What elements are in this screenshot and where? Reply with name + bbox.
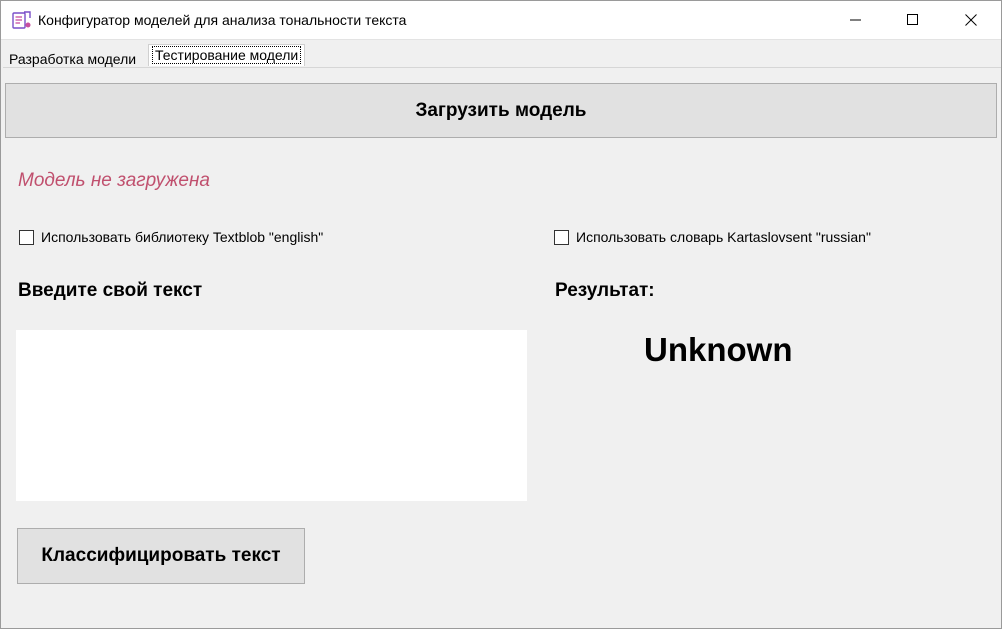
result-heading: Результат: — [555, 280, 655, 301]
textblob-checkbox[interactable] — [19, 229, 34, 245]
textblob-checkbox-row[interactable]: Использовать библиотеку Textblob "englis… — [19, 229, 323, 245]
maximize-button[interactable] — [884, 1, 942, 39]
model-status-label: Модель не загружена — [18, 170, 210, 191]
close-button[interactable] — [942, 1, 1000, 39]
tab-strip: Разработка модели Тестирование модели — [1, 39, 1001, 69]
kartaslovsent-checkbox[interactable] — [554, 229, 569, 245]
title-bar: Конфигуратор моделей для анализа тональн… — [1, 1, 1001, 39]
classify-text-button[interactable]: Классифицировать текст — [17, 528, 305, 584]
text-input[interactable] — [16, 330, 527, 501]
textblob-checkbox-label: Использовать библиотеку Textblob "englis… — [41, 229, 324, 245]
kartaslovsent-checkbox-label: Использовать словарь Kartaslovsent "russ… — [576, 229, 871, 245]
kartaslovsent-checkbox-row[interactable]: Использовать словарь Kartaslovsent "russ… — [554, 229, 871, 245]
result-value: Unknown — [644, 331, 793, 368]
window-title: Конфигуратор моделей для анализа тональн… — [38, 12, 407, 28]
minimize-icon — [850, 19, 861, 21]
load-model-button[interactable]: Загрузить модель — [5, 83, 997, 138]
tab-model-testing[interactable]: Тестирование модели — [148, 44, 306, 66]
tab-model-development[interactable]: Разработка модели — [6, 49, 139, 69]
tab-model-testing-label: Тестирование модели — [152, 46, 302, 64]
tab-divider — [3, 67, 1001, 68]
close-icon — [965, 14, 977, 26]
minimize-button[interactable] — [827, 1, 885, 39]
app-window: Конфигуратор моделей для анализа тональн… — [0, 0, 1002, 629]
maximize-icon — [907, 14, 918, 25]
input-heading: Введите свой текст — [18, 280, 203, 301]
app-icon — [12, 10, 32, 30]
